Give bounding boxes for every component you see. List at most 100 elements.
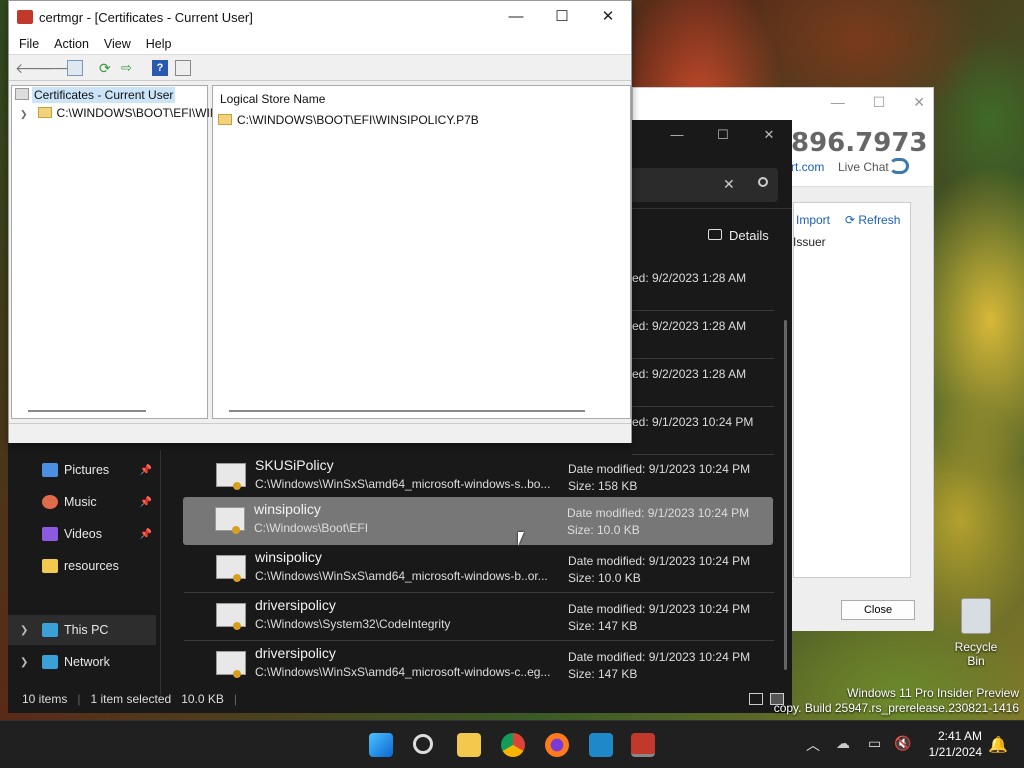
store-list-item[interactable]: C:\WINDOWS\BOOT\EFI\WINSIPOLICY.P7B (218, 113, 479, 127)
folder-icon (37, 107, 52, 118)
import-button[interactable]: Import (796, 213, 830, 227)
firefox-icon[interactable] (545, 733, 569, 757)
pane-divider[interactable] (160, 450, 161, 695)
refresh-button[interactable]: ⟳ Refresh (845, 213, 900, 227)
nav-item-network[interactable]: ❯ Network (8, 647, 156, 677)
tree-root-item[interactable]: Certificates - Current User (15, 87, 176, 103)
navigation-pane: Pictures 📌 Music 📌 Videos 📌 resources ❯ … (8, 450, 156, 695)
close-button[interactable]: Close (841, 600, 915, 620)
details-button[interactable]: Details (729, 228, 769, 243)
vertical-scrollbar[interactable] (784, 320, 787, 670)
nav-item-resources[interactable]: resources (8, 551, 156, 581)
certificate-file-icon (216, 463, 246, 490)
chevron-up-icon[interactable]: ︿ (806, 735, 820, 755)
maximize-icon[interactable]: ☐ (873, 94, 886, 111)
search-icon[interactable] (413, 734, 433, 754)
pin-icon[interactable]: 📌 (140, 497, 152, 508)
list-item[interactable]: ed: 9/1/2023 10:24 PM (632, 407, 774, 455)
network-status-icon[interactable]: ▭ (868, 735, 881, 752)
store-item-label: C:\WINDOWS\BOOT\EFI\WINSIPOLICY.P7B (237, 113, 479, 127)
file-path: C:\Windows\System32\CodeIntegrity (255, 617, 451, 631)
chevron-right-icon[interactable]: ❯ (20, 625, 28, 636)
certmgr-taskbar-icon[interactable] (631, 733, 655, 757)
nav-label: Network (64, 655, 110, 669)
certificate-file-icon (216, 603, 246, 630)
support-app-icon[interactable] (589, 733, 613, 757)
start-icon[interactable] (369, 733, 393, 757)
close-icon[interactable]: ✕ (746, 120, 792, 150)
minimize-icon[interactable]: — (654, 120, 700, 150)
search-box[interactable]: ✕ (628, 168, 778, 202)
close-icon[interactable]: ✕ (585, 1, 631, 33)
details-view-icon[interactable] (749, 693, 763, 705)
menu-action[interactable]: Action (54, 37, 89, 51)
back-arrow-icon[interactable]: 🡐 (15, 60, 53, 76)
column-header-logical-store-name[interactable]: Logical Store Name (220, 92, 325, 106)
file-row[interactable]: driversipolicy C:\Windows\WinSxS\amd64_m… (184, 641, 774, 689)
help-icon[interactable]: ? (152, 60, 168, 76)
search-icon[interactable] (758, 177, 768, 187)
menu-help[interactable]: Help (146, 37, 172, 51)
list-item[interactable]: ed: 9/2/2023 1:28 AM (632, 359, 774, 407)
nav-label: Music (64, 495, 97, 509)
chrome-icon[interactable] (501, 733, 525, 757)
clock-time[interactable]: 2:41 AM (930, 729, 982, 743)
chevron-right-icon[interactable]: ❯ (20, 657, 28, 668)
console-tree: Certificates - Current User ❯ C:\WINDOWS\… (11, 85, 219, 419)
watermark-line: Windows 11 Pro Insider Preview (847, 686, 1019, 700)
nav-item-pictures[interactable]: Pictures 📌 (8, 455, 156, 485)
refresh-icon: ⟳ (845, 213, 859, 227)
close-icon[interactable]: ✕ (913, 94, 925, 111)
support-url[interactable]: rt.com (791, 160, 824, 174)
pin-icon[interactable]: 📌 (140, 529, 152, 540)
certificates-icon (15, 88, 29, 100)
clear-search-icon[interactable]: ✕ (723, 176, 735, 193)
volume-muted-icon[interactable]: 🔇 (894, 735, 911, 752)
clock-date[interactable]: 1/21/2024 (916, 745, 982, 759)
date-modified: ed: 9/2/2023 1:28 AM (632, 367, 747, 381)
file-row[interactable]: driversipolicy C:\Windows\System32\CodeI… (184, 593, 774, 641)
nav-item-music[interactable]: Music 📌 (8, 487, 156, 517)
file-name: winsipolicy (254, 501, 321, 517)
folder-icon (218, 114, 232, 125)
menu-view[interactable]: View (104, 37, 131, 51)
file-row-selected[interactable]: winsipolicy C:\Windows\Boot\EFI Date mod… (183, 497, 773, 545)
tree-child-item[interactable]: ❯ C:\WINDOWS\BOOT\EFI\WIN (20, 106, 219, 120)
show-hide-tree-icon[interactable] (67, 60, 83, 76)
list-item[interactable]: ed: 9/2/2023 1:28 AM (632, 263, 774, 311)
forward-arrow-icon[interactable]: 🡒 (37, 60, 75, 76)
certmgr-window: certmgr - [Certificates - Current User] … (8, 0, 632, 443)
minimize-icon[interactable]: — (831, 94, 845, 110)
file-row[interactable]: SKUSiPolicy C:\Windows\WinSxS\amd64_micr… (184, 453, 774, 501)
live-chat-label[interactable]: Live Chat (838, 160, 889, 174)
certmgr-app-icon[interactable] (17, 10, 33, 24)
refresh-icon[interactable]: ⟳ (99, 60, 115, 76)
status-bar (9, 423, 631, 443)
music-icon (42, 495, 58, 509)
properties-icon[interactable] (175, 60, 191, 76)
chevron-right-icon[interactable]: ❯ (20, 109, 28, 119)
file-explorer-icon[interactable] (457, 733, 481, 757)
issuer-column-header[interactable]: Issuer (793, 235, 826, 249)
export-list-icon[interactable]: ⇨ (121, 60, 137, 76)
pictures-icon (42, 463, 58, 477)
menu-file[interactable]: File (19, 37, 39, 51)
file-row[interactable]: winsipolicy C:\Windows\WinSxS\amd64_micr… (184, 545, 774, 593)
nav-item-videos[interactable]: Videos 📌 (8, 519, 156, 549)
pin-icon[interactable]: 📌 (140, 465, 152, 476)
nav-item-this-pc[interactable]: ❯ This PC (8, 615, 156, 645)
maximize-icon[interactable]: ☐ (700, 120, 746, 150)
cloud-offline-icon[interactable]: ☁ (836, 735, 850, 752)
chat-icon[interactable] (889, 158, 909, 174)
recycle-bin[interactable]: Recycle Bin (948, 598, 1004, 668)
title-bar[interactable]: certmgr - [Certificates - Current User] … (9, 1, 631, 33)
list-item[interactable]: ed: 9/2/2023 1:28 AM (632, 311, 774, 359)
horizontal-scrollbar[interactable] (28, 410, 146, 412)
network-icon (42, 655, 58, 669)
minimize-icon[interactable]: — (493, 1, 539, 33)
explorer-title-controls: — ☐ ✕ (654, 120, 792, 150)
horizontal-scrollbar[interactable] (229, 410, 585, 412)
nav-label: resources (64, 559, 119, 573)
notification-bell-icon[interactable]: 🔔 (988, 735, 1008, 755)
maximize-icon[interactable]: ☐ (539, 1, 585, 33)
